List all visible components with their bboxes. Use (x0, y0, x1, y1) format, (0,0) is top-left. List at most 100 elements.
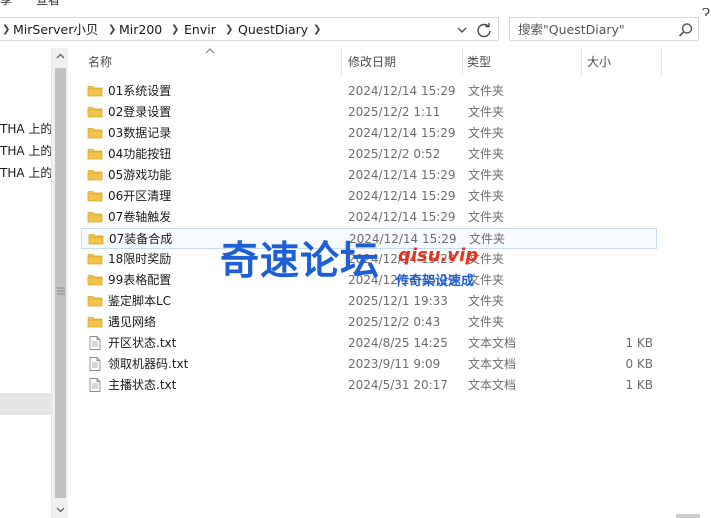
nav-item-network-share[interactable]: THA 上的 (0, 120, 51, 138)
file-type: 文本文档 (468, 336, 517, 350)
nav-item-selected[interactable] (0, 393, 51, 415)
folder-icon (87, 188, 103, 204)
nav-item-network-share[interactable]: THA 上的 (0, 164, 51, 182)
file-date: 2025/12/2 0:52 (348, 147, 441, 161)
watermark: 奇速论坛 qisu.vip 传奇架设速成 (220, 240, 510, 296)
folder-icon (87, 146, 103, 162)
file-date: 2023/9/11 9:09 (348, 357, 441, 371)
file-name: 06开区清理 (108, 189, 172, 203)
file-date: 2024/12/14 15:29 (348, 168, 456, 182)
scroll-down-icon[interactable] (52, 501, 69, 518)
file-type: 文件夹 (468, 147, 505, 161)
file-type: 文件夹 (468, 315, 505, 329)
watermark-title: 奇速论坛 (220, 239, 381, 284)
file-name: 开区状态.txt (108, 336, 177, 350)
search-input[interactable]: 搜索"QuestDiary" (509, 17, 699, 41)
file-date: 2024/8/25 14:25 (348, 336, 448, 350)
scrollbar-thumb[interactable] (55, 68, 66, 498)
column-divider[interactable] (462, 48, 463, 76)
file-type: 文件夹 (468, 126, 505, 140)
folder-icon (87, 104, 103, 120)
file-date: 2024/12/14 15:29 (348, 189, 456, 203)
folder-row[interactable]: 06开区清理 2024/12/14 15:29 文件夹 (81, 186, 657, 207)
file-name: 04功能按钮 (108, 147, 172, 161)
column-header-size[interactable]: 大小 (587, 48, 611, 76)
folder-icon (87, 314, 103, 330)
column-divider[interactable] (341, 48, 342, 76)
file-name: 18限时奖励 (108, 252, 172, 266)
file-name: 03数据记录 (108, 126, 172, 140)
chevron-right-icon[interactable]: ❯ (2, 21, 10, 39)
nav-scrollbar[interactable] (51, 48, 68, 518)
file-name: 99表格配置 (108, 273, 172, 287)
text-file-icon (87, 356, 103, 372)
search-icon[interactable] (677, 21, 695, 39)
file-row[interactable]: 开区状态.txt 2024/8/25 14:25 文本文档 1 KB (81, 333, 657, 354)
sort-up-icon (205, 48, 215, 54)
file-date: 2024/12/14 15:29 (348, 126, 456, 140)
file-date: 2025/12/2 0:43 (348, 315, 441, 329)
column-header-name[interactable]: 名称 (88, 48, 112, 76)
watermark-url: qisu.vip (398, 245, 479, 266)
chevron-down-icon[interactable] (454, 21, 470, 39)
folder-row[interactable]: 07卷轴触发 2024/12/14 15:29 文件夹 (81, 207, 657, 228)
column-header-type[interactable]: 类型 (467, 48, 491, 76)
file-type: 文件夹 (468, 189, 505, 203)
folder-row[interactable]: 遇见网络 2025/12/2 0:43 文件夹 (81, 312, 657, 333)
file-name: 主播状态.txt (108, 378, 177, 392)
folder-row[interactable]: 04功能按钮 2025/12/2 0:52 文件夹 (81, 144, 657, 165)
file-name: 01系统设置 (108, 84, 172, 98)
folder-icon (87, 125, 103, 141)
file-type: 文本文档 (468, 378, 517, 392)
file-size: 0 KB (625, 357, 653, 371)
chevron-right-icon[interactable]: ❯ (108, 21, 116, 39)
file-name: 05游戏功能 (108, 168, 172, 182)
resize-grip[interactable] (676, 514, 700, 518)
ribbon-view-tab[interactable]: 查看 (36, 0, 60, 8)
file-name: 领取机器码.txt (108, 357, 189, 371)
ribbon-strip: 享 查看 (0, 0, 711, 8)
column-divider[interactable] (661, 48, 662, 76)
chevron-right-icon[interactable]: ❯ (171, 21, 179, 39)
nav-item-network-share[interactable]: THA 上的 (0, 142, 51, 160)
address-bar[interactable]: ❯ MirServer小贝 ❯ Mir200 ❯ Envir ❯ QuestDi… (0, 17, 499, 41)
chevron-right-icon[interactable]: ❯ (313, 21, 321, 39)
file-size: 1 KB (625, 336, 653, 350)
grip-icon (57, 287, 65, 295)
breadcrumb-questdiary[interactable]: QuestDiary (238, 21, 308, 39)
folder-row[interactable]: 05游戏功能 2024/12/14 15:29 文件夹 (81, 165, 657, 186)
column-header-date[interactable]: 修改日期 (348, 48, 396, 76)
file-type: 文件夹 (468, 84, 505, 98)
help-icon[interactable] (700, 8, 711, 20)
folder-icon (87, 209, 103, 225)
file-date: 2024/12/14 15:29 (348, 84, 456, 98)
folder-icon (87, 83, 103, 99)
watermark-subtitle: 传奇架设速成 (396, 274, 475, 289)
folder-row[interactable]: 01系统设置 2024/12/14 15:29 文件夹 (81, 81, 657, 102)
breadcrumb-mir200[interactable]: Mir200 (119, 21, 162, 39)
column-divider[interactable] (581, 48, 582, 76)
file-row[interactable]: 领取机器码.txt 2023/9/11 9:09 文本文档 0 KB (81, 354, 657, 375)
text-file-icon (87, 335, 103, 351)
file-type: 文本文档 (468, 357, 517, 371)
folder-row[interactable]: 03数据记录 2024/12/14 15:29 文件夹 (81, 123, 657, 144)
file-name: 鉴定脚本LC (108, 294, 172, 308)
file-date: 2025/12/2 1:11 (348, 105, 441, 119)
folder-row[interactable]: 02登录设置 2025/12/2 1:11 文件夹 (81, 102, 657, 123)
file-date: 2024/12/14 15:29 (348, 210, 456, 224)
chevron-right-icon[interactable]: ❯ (225, 21, 233, 39)
folder-icon (87, 293, 103, 309)
folder-icon (87, 272, 103, 288)
file-date: 2024/5/31 20:17 (348, 378, 448, 392)
ribbon-share-tab[interactable]: 享 (0, 0, 12, 8)
file-type: 文件夹 (468, 210, 505, 224)
navigation-pane: THA 上的 THA 上的 THA 上的 (0, 48, 51, 518)
refresh-icon[interactable] (474, 20, 494, 40)
file-size: 1 KB (625, 378, 653, 392)
scroll-up-icon[interactable] (52, 48, 69, 65)
breadcrumb-mirserver[interactable]: MirServer小贝 (13, 21, 98, 39)
file-type: 文件夹 (468, 168, 505, 182)
file-row[interactable]: 主播状态.txt 2024/5/31 20:17 文本文档 1 KB (81, 375, 657, 396)
file-type: 文件夹 (468, 105, 505, 119)
breadcrumb-envir[interactable]: Envir (184, 21, 216, 39)
